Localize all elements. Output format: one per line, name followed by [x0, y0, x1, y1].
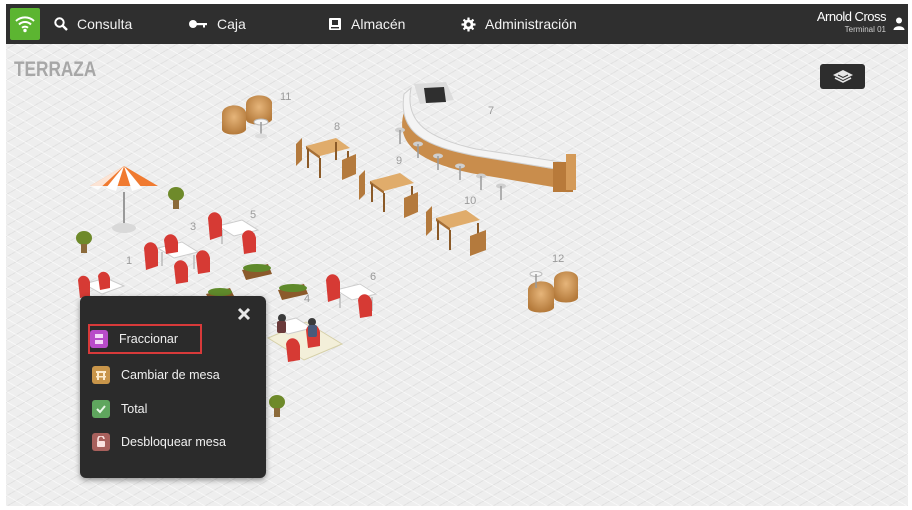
table-number-1: 1 [126, 255, 132, 267]
menu-total[interactable]: Total [92, 396, 256, 422]
move-table-icon [92, 366, 110, 384]
table-number-4: 4 [304, 293, 310, 305]
menu-fraccionar-label: Fraccionar [119, 332, 179, 346]
table-number-5: 5 [250, 209, 256, 221]
table-number-8: 8 [334, 121, 340, 133]
split-icon [90, 330, 108, 348]
menu-desbloquear-mesa[interactable]: Desbloquear mesa [92, 429, 256, 455]
table-12[interactable] [528, 271, 578, 313]
unlock-icon [92, 433, 110, 451]
menu-fraccionar[interactable]: Fraccionar [88, 324, 202, 354]
menu-cambiar-de-mesa[interactable]: Cambiar de mesa [92, 362, 256, 388]
table-9[interactable] [359, 170, 418, 218]
table-8[interactable] [296, 138, 356, 180]
menu-cambiar-de-mesa-label: Cambiar de mesa [121, 368, 220, 382]
table-3[interactable] [144, 234, 210, 284]
table-number-6: 6 [370, 271, 376, 283]
table-number-9: 9 [396, 155, 402, 167]
table-4[interactable] [266, 314, 344, 362]
table-6[interactable] [326, 274, 378, 318]
table-11[interactable] [222, 95, 272, 139]
bar-counter[interactable] [395, 82, 576, 200]
menu-total-label: Total [121, 402, 148, 416]
menu-desbloquear-mesa-label: Desbloquear mesa [121, 435, 226, 449]
table-number-12: 12 [552, 253, 564, 265]
table-1[interactable] [78, 271, 126, 298]
table-number-7: 7 [488, 105, 494, 117]
table-numbers: 1 3 4 5 6 7 8 9 10 11 12 [126, 91, 564, 305]
app-window: Consulta Caja Almacén Administración Arn… [6, 4, 908, 506]
table-10[interactable] [426, 206, 486, 256]
table-actions-popup: Fraccionar Cambiar de mesa Total Desbloq… [80, 296, 266, 478]
table-number-11: 11 [280, 91, 291, 103]
table-number-3: 3 [190, 221, 196, 233]
umbrella [90, 166, 158, 233]
table-number-10: 10 [464, 195, 476, 207]
close-icon[interactable] [236, 306, 252, 322]
total-icon [92, 400, 110, 418]
